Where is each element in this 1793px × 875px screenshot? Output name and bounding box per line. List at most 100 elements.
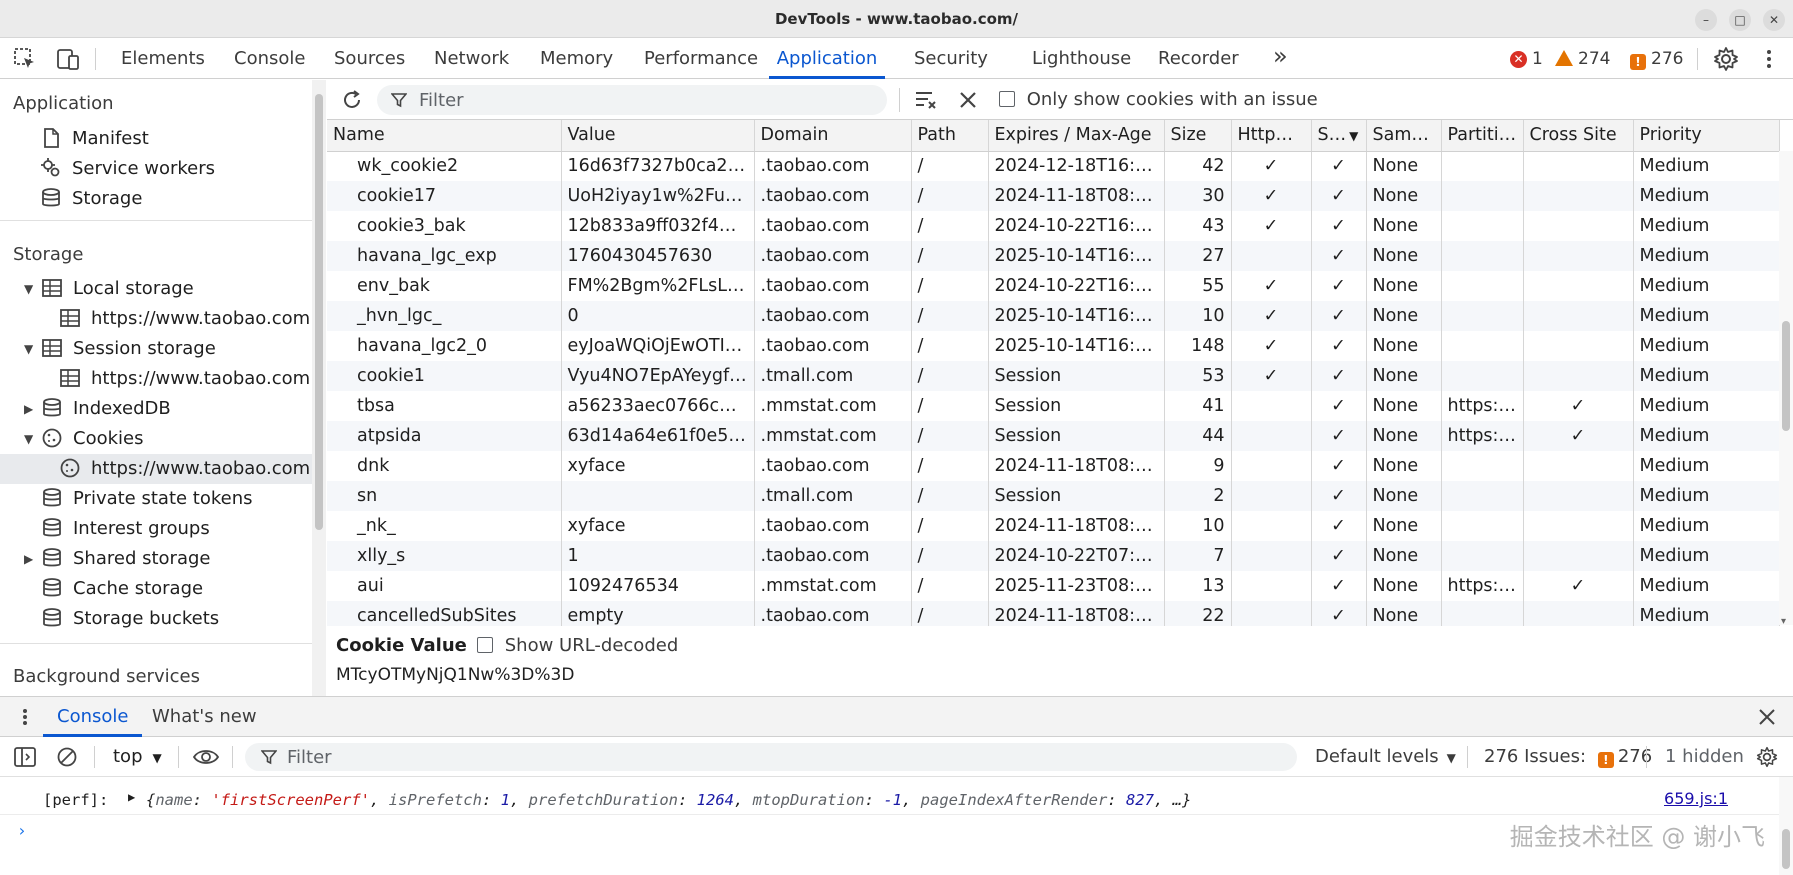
only-issue-filter[interactable]: Only show cookies with an issue: [999, 89, 1318, 110]
context-selector[interactable]: top ▼: [113, 746, 162, 767]
console-settings-gear-icon[interactable]: [1756, 746, 1778, 768]
log-levels-dropdown[interactable]: Default levels ▼: [1315, 746, 1456, 767]
table-row[interactable]: wk_cookie2 16d63f7327b0ca26… .taobao.com/2…: [327, 151, 1780, 181]
sidebar-item-session-storage-origin[interactable]: https://www.taobao.com: [59, 364, 310, 394]
url-decoded-checkbox[interactable]: [477, 637, 493, 653]
drawer-tab-console[interactable]: Console: [43, 697, 143, 737]
table-row[interactable]: sn .tmall.com / Session 2 ✓ None Medium: [327, 481, 1780, 511]
close-window-button[interactable]: ✕: [1763, 9, 1785, 31]
device-toolbar-icon[interactable]: [55, 46, 81, 72]
sidebar-item-cookies-origin[interactable]: https://www.taobao.com: [0, 454, 312, 484]
table-row[interactable]: xlly_s 1 .taobao.com/2024-10-22T07:5… 7 ✓ Non…: [327, 541, 1780, 571]
cookies-filter-input[interactable]: Filter: [377, 85, 887, 115]
column-header-path[interactable]: Path: [911, 120, 989, 152]
sidebar-item-shared-storage[interactable]: ▶ Shared storage: [24, 544, 210, 574]
only-issue-checkbox[interactable]: [999, 91, 1015, 107]
expanded-arrow-icon[interactable]: ▼: [24, 274, 33, 304]
minimize-button[interactable]: –: [1695, 9, 1717, 31]
table-row[interactable]: dnk xyface .taobao.com/2024-11-18T08:2… 9 ✓ N…: [327, 451, 1780, 481]
column-header-value[interactable]: Value: [561, 120, 755, 152]
sidebar-scrollbar[interactable]: [312, 80, 326, 696]
column-header-secure[interactable]: S… ▼: [1311, 120, 1367, 152]
inspect-element-icon[interactable]: [12, 46, 38, 72]
console-prompt-chevron-icon[interactable]: ›: [17, 821, 27, 840]
issues-badge[interactable]: ! 276: [1630, 49, 1683, 70]
cookie-value-text[interactable]: MTcyOTMyNjQ1Nw%3D%3D: [336, 665, 574, 685]
expanded-arrow-icon[interactable]: ▼: [24, 334, 33, 364]
sidebar-item-local-storage-origin[interactable]: https://www.taobao.com: [59, 304, 310, 334]
tab-lighthouse[interactable]: Lighthouse: [1032, 38, 1131, 79]
drawer-menu-kebab-icon[interactable]: [17, 707, 33, 727]
more-options-kebab-icon[interactable]: [1756, 46, 1782, 72]
log-source-link[interactable]: 659.js:1: [1664, 789, 1728, 808]
table-scrollbar[interactable]: ▾: [1779, 151, 1793, 627]
tab-memory[interactable]: Memory: [540, 38, 613, 79]
sidebar-item-service-workers[interactable]: Service workers: [40, 154, 215, 184]
tab-sources[interactable]: Sources: [334, 38, 405, 79]
tab-elements[interactable]: Elements: [121, 38, 205, 79]
column-header-priority[interactable]: Priority: [1633, 120, 1780, 152]
errors-badge[interactable]: ✕ 1: [1510, 49, 1543, 69]
live-expression-eye-icon[interactable]: [192, 747, 220, 767]
console-issues-counter[interactable]: 276 Issues: ! 276: [1484, 746, 1652, 768]
column-header-samesite[interactable]: Sam…: [1366, 120, 1442, 152]
sidebar-toggle-icon[interactable]: [14, 747, 36, 767]
table-row[interactable]: cookie3_bak 12b833a9ff032f48f… .taobao.com…: [327, 211, 1780, 241]
maximize-button[interactable]: □: [1729, 9, 1751, 31]
tab-recorder[interactable]: Recorder: [1158, 38, 1239, 79]
expanded-arrow-icon[interactable]: ▼: [24, 424, 33, 454]
tab-network[interactable]: Network: [434, 38, 509, 79]
tab-console[interactable]: Console: [234, 38, 305, 79]
settings-gear-icon[interactable]: [1713, 46, 1739, 72]
clear-all-cookies-icon[interactable]: [914, 89, 938, 111]
collapsed-arrow-icon[interactable]: ▶: [24, 394, 33, 424]
table-scroll-thumb[interactable]: [1782, 321, 1790, 431]
table-row[interactable]: aui 1092476534 .mmstat.com/2025-11-23T08:2…: [327, 571, 1780, 601]
table-row[interactable]: tbsa a56233aec0766c99… .mmstat.com / Session…: [327, 391, 1780, 421]
sidebar-item-private-state-tokens[interactable]: Private state tokens: [41, 484, 253, 514]
more-tabs-chevron-icon[interactable]: »: [1273, 36, 1288, 77]
console-filter-input[interactable]: Filter: [245, 743, 1297, 771]
clear-console-icon[interactable]: [56, 746, 78, 768]
tab-security[interactable]: Security: [914, 38, 988, 79]
sidebar-item-local-storage[interactable]: ▼ Local storage: [24, 274, 194, 304]
column-header-partition[interactable]: Partiti…: [1441, 120, 1524, 152]
console-scroll-thumb[interactable]: [1782, 829, 1790, 869]
warnings-badge[interactable]: 274: [1555, 49, 1610, 69]
collapsed-arrow-icon[interactable]: ▶: [24, 544, 33, 574]
table-row[interactable]: havana_lgc_exp 1760430457630 .taobao.com/2…: [327, 241, 1780, 271]
drawer-tab-whats-new[interactable]: What's new: [152, 697, 257, 737]
table-row[interactable]: _nk_ xyface .taobao.com/2024-11-18T08:2… 10…: [327, 511, 1780, 541]
tab-application[interactable]: Application: [769, 38, 885, 79]
column-header-cross-site[interactable]: Cross Site: [1523, 120, 1634, 152]
console-log-message[interactable]: [perf]: ▶ {name: 'firstScreenPerf', isPr…: [0, 789, 1793, 815]
sidebar-item-interest-groups[interactable]: Interest groups: [41, 514, 210, 544]
sidebar-item-storage[interactable]: Storage: [40, 184, 142, 214]
delete-selected-close-icon[interactable]: [958, 90, 978, 110]
close-drawer-icon[interactable]: [1758, 708, 1776, 726]
sidebar-item-manifest[interactable]: Manifest: [40, 124, 149, 154]
sidebar-item-cache-storage[interactable]: Cache storage: [41, 574, 203, 604]
console-scrollbar[interactable]: [1779, 777, 1793, 875]
url-decoded-toggle[interactable]: Show URL-decoded: [477, 635, 678, 656]
expand-object-arrow-icon[interactable]: ▶: [128, 790, 135, 804]
sidebar-item-cookies[interactable]: ▼ Cookies: [24, 424, 143, 454]
log-object-preview[interactable]: {name: 'firstScreenPerf', isPrefetch: 1,…: [146, 791, 1191, 809]
sidebar-scroll-thumb[interactable]: [315, 94, 323, 530]
table-row[interactable]: atpsida 63d14a64e61f0e5c… .mmstat.com / Sess…: [327, 421, 1780, 451]
sidebar-item-storage-buckets[interactable]: Storage buckets: [41, 604, 219, 634]
sidebar-item-session-storage[interactable]: ▼ Session storage: [24, 334, 216, 364]
table-row[interactable]: env_bak FM%2Bgm%2FLsL0… .taobao.com/2024-1…: [327, 271, 1780, 301]
table-row[interactable]: cookie1 Vyu4NO7EpAYeygf… .tmall.com / Sessio…: [327, 361, 1780, 391]
tab-performance[interactable]: Performance: [644, 38, 758, 79]
table-row[interactable]: havana_lgc2_0 eyJoaWQiOjEwOTI… .taobao.com…: [327, 331, 1780, 361]
column-header-size[interactable]: Size: [1164, 120, 1232, 152]
table-row[interactable]: cookie17 UoH2iyay1w%2FuX… .taobao.com/2024…: [327, 181, 1780, 211]
column-header-httponly[interactable]: Http…: [1231, 120, 1312, 152]
column-header-domain[interactable]: Domain: [754, 120, 912, 152]
table-row[interactable]: _hvn_lgc_ 0 .taobao.com/2025-10-14T16:2… 10…: [327, 301, 1780, 331]
refresh-icon[interactable]: [340, 88, 364, 112]
column-header-expires[interactable]: Expires / Max-Age: [988, 120, 1165, 152]
sidebar-item-indexeddb[interactable]: ▶ IndexedDB: [24, 394, 171, 424]
column-header-name[interactable]: Name: [327, 120, 562, 152]
